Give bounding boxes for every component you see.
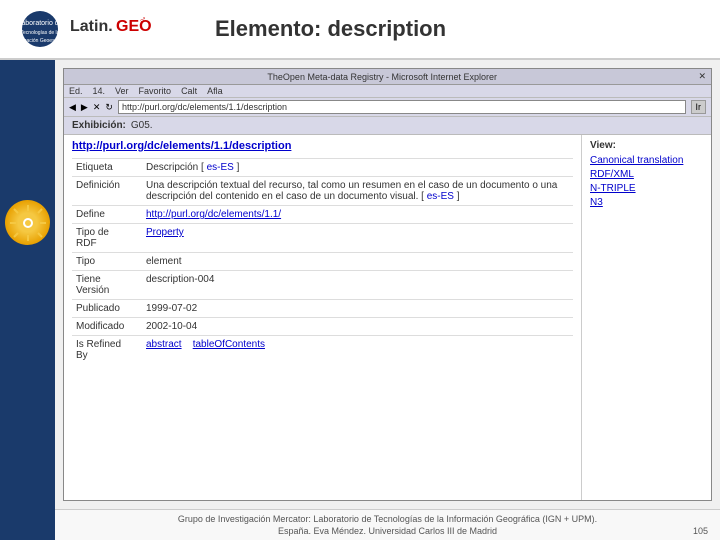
label-define: Define bbox=[72, 206, 142, 224]
tipo-rdf-link[interactable]: Property bbox=[146, 227, 184, 238]
menu-tools[interactable]: Calt bbox=[181, 86, 197, 96]
label-modificado: Modificado bbox=[72, 318, 142, 336]
browser-titlebar: TheOpen Meta-data Registry - Microsoft I… bbox=[64, 69, 711, 85]
menu-help[interactable]: Afla bbox=[207, 86, 223, 96]
address-bar[interactable]: http://purl.org/dc/elements/1.1/descript… bbox=[118, 100, 686, 114]
table-row: Tipo element bbox=[72, 253, 573, 271]
label-refined-by: Is RefinedBy bbox=[72, 336, 142, 365]
page-number: 105 bbox=[693, 526, 708, 536]
lang-link-etiqueta[interactable]: es-ES bbox=[207, 162, 234, 173]
table-row: Is RefinedBy abstract tableOfContents bbox=[72, 336, 573, 365]
footer-line2: España. Eva Méndez. Universidad Carlos I… bbox=[63, 526, 712, 536]
table-row: TieneVersión description-004 bbox=[72, 271, 573, 300]
exhibition-label: Exhibición: bbox=[72, 120, 126, 131]
table-row: Define http://purl.org/dc/elements/1.1/ bbox=[72, 206, 573, 224]
svg-text:Latin.: Latin. bbox=[70, 18, 113, 35]
sidebar-left bbox=[0, 60, 55, 540]
value-define: http://purl.org/dc/elements/1.1/ bbox=[142, 206, 573, 224]
browser-toolbar: ◀ ▶ ✕ ↻ http://purl.org/dc/elements/1.1/… bbox=[64, 98, 711, 117]
page-subheader: Exhibición: G05. bbox=[64, 117, 711, 135]
table-row: Publicado 1999-07-02 bbox=[72, 300, 573, 318]
table-row: Modificado 2002-10-04 bbox=[72, 318, 573, 336]
nav-forward[interactable]: ▶ bbox=[81, 102, 88, 113]
value-etiqueta: Descripción [ es-ES ] bbox=[142, 159, 573, 177]
value-tipo-rdf: Property bbox=[142, 224, 573, 253]
nav-back[interactable]: ◀ bbox=[69, 102, 76, 113]
logo-svg: Laboratorio de Tecnologías de la Informa… bbox=[20, 9, 175, 49]
value-tipo: element bbox=[142, 253, 573, 271]
lang-link-definicion[interactable]: es-ES bbox=[427, 191, 454, 202]
svg-text:Laboratorio de: Laboratorio de bbox=[20, 20, 63, 27]
label-definicion: Definición bbox=[72, 177, 142, 206]
logo: Laboratorio de Tecnologías de la Informa… bbox=[20, 9, 175, 49]
label-publicado: Publicado bbox=[72, 300, 142, 318]
exhibition-value: G05. bbox=[131, 120, 153, 131]
define-link[interactable]: http://purl.org/dc/elements/1.1/ bbox=[146, 209, 281, 220]
menu-file[interactable]: Ed. bbox=[69, 86, 83, 96]
view-header: View: bbox=[590, 140, 703, 151]
table-row: Etiqueta Descripción [ es-ES ] bbox=[72, 159, 573, 177]
nav-go[interactable]: Ir bbox=[691, 100, 707, 114]
menu-favorites[interactable]: Favorito bbox=[139, 86, 172, 96]
content-area: TheOpen Meta-data Registry - Microsoft I… bbox=[55, 60, 720, 540]
nav-stop[interactable]: ✕ bbox=[93, 102, 101, 113]
resource-url[interactable]: http://purl.org/dc/elements/1.1/descript… bbox=[72, 140, 573, 152]
label-etiqueta: Etiqueta bbox=[72, 159, 142, 177]
page-body: http://purl.org/dc/elements/1.1/descript… bbox=[64, 135, 711, 500]
browser-mockup: TheOpen Meta-data Registry - Microsoft I… bbox=[63, 68, 712, 501]
refined-abstract-link[interactable]: abstract bbox=[146, 339, 182, 350]
menu-edit[interactable]: 14. bbox=[93, 86, 106, 96]
value-version: description-004 bbox=[142, 271, 573, 300]
value-modificado: 2002-10-04 bbox=[142, 318, 573, 336]
value-refined-by: abstract tableOfContents bbox=[142, 336, 573, 365]
rdf-xml-link[interactable]: RDF/XML bbox=[590, 169, 703, 180]
svg-text:Tecnologías de la: Tecnologías de la bbox=[21, 30, 60, 36]
canonical-translation-link[interactable]: Canonical translation bbox=[590, 155, 703, 166]
label-version: TieneVersión bbox=[72, 271, 142, 300]
page-left: http://purl.org/dc/elements/1.1/descript… bbox=[64, 135, 581, 500]
sun-icon bbox=[8, 203, 48, 243]
svg-text:Información Geoespacial: Información Geoespacial bbox=[20, 38, 68, 44]
label-tipo-rdf: Tipo deRDF bbox=[72, 224, 142, 253]
browser-title: TheOpen Meta-data Registry - Microsoft I… bbox=[69, 72, 695, 82]
footer: Grupo de Investigación Mercator: Laborat… bbox=[55, 509, 720, 540]
n3-link[interactable]: N3 bbox=[590, 197, 703, 208]
browser-menubar: Ed. 14. Ver Favorito Calt Afla bbox=[64, 85, 711, 98]
footer-line1: Grupo de Investigación Mercator: Laborat… bbox=[63, 514, 712, 524]
main-area: TheOpen Meta-data Registry - Microsoft I… bbox=[0, 60, 720, 540]
refined-tableofcontents-link[interactable]: tableOfContents bbox=[193, 339, 265, 350]
page-right: View: Canonical translation RDF/XML N-TR… bbox=[581, 135, 711, 500]
value-definicion: Una descripción textual del recurso, tal… bbox=[142, 177, 573, 206]
value-publicado: 1999-07-02 bbox=[142, 300, 573, 318]
page-title: Elemento: description bbox=[215, 16, 446, 42]
nav-refresh[interactable]: ↻ bbox=[105, 102, 113, 113]
sidebar-logo bbox=[5, 200, 50, 245]
table-row: Definición Una descripción textual del r… bbox=[72, 177, 573, 206]
header: Laboratorio de Tecnologías de la Informa… bbox=[0, 0, 720, 60]
browser-close-icon[interactable]: ✕ bbox=[698, 71, 706, 82]
menu-view[interactable]: Ver bbox=[115, 86, 129, 96]
svg-text:♂: ♂ bbox=[139, 15, 147, 26]
table-row: Tipo deRDF Property bbox=[72, 224, 573, 253]
label-tipo: Tipo bbox=[72, 253, 142, 271]
info-table: Etiqueta Descripción [ es-ES ] Definició… bbox=[72, 158, 573, 364]
n-triple-link[interactable]: N-TRIPLE bbox=[590, 183, 703, 194]
